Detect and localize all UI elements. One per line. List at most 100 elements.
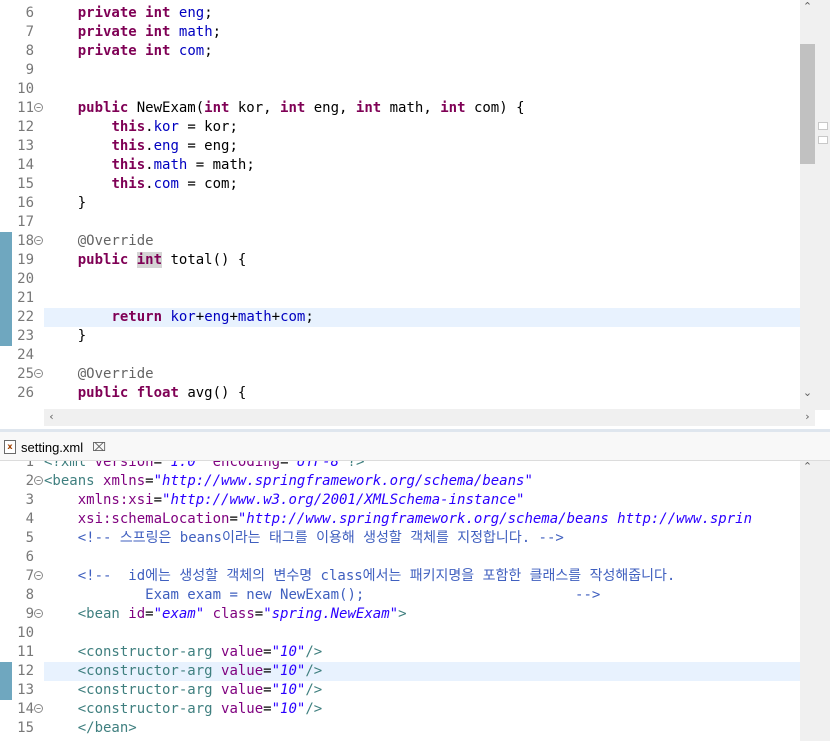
code-line[interactable]: 6 private int eng; [0, 4, 786, 23]
line-number: 11 [17, 644, 34, 660]
change-ruler-marker [0, 289, 12, 308]
line-number: 17 [17, 214, 34, 230]
vertical-scrollbar[interactable]: ⌃ [800, 460, 830, 741]
code-line[interactable]: 22 return kor+eng+math+com; [0, 308, 786, 327]
tab-setting-xml[interactable]: x setting.xml ⌧ [4, 436, 106, 458]
scrollbar-thumb[interactable] [800, 44, 815, 164]
fold-toggle-icon[interactable] [34, 236, 43, 245]
code-text: <bean id="exam" class="spring.NewExam"> [44, 605, 407, 624]
code-token: value [221, 644, 264, 660]
code-line[interactable]: 10 [0, 624, 786, 643]
code-token: = [145, 473, 154, 489]
line-number: 15 [17, 176, 34, 192]
scroll-left-arrow-icon[interactable]: ‹ [44, 410, 59, 423]
code-token: this [111, 176, 146, 192]
fold-toggle-icon[interactable] [34, 571, 43, 580]
code-token: } [44, 328, 87, 344]
code-line[interactable]: 11 <constructor-arg value="10"/> [0, 643, 786, 662]
line-number: 26 [17, 385, 34, 401]
code-line[interactable]: 4 xsi:schemaLocation="http://www.springf… [0, 510, 786, 529]
line-number: 7 [25, 568, 34, 584]
fold-toggle-icon[interactable] [34, 369, 43, 378]
code-line[interactable]: 2 <beans xmlns="http://www.springframewor… [0, 472, 786, 491]
horizontal-scrollbar[interactable]: ‹ › [44, 409, 815, 426]
code-token: float [136, 385, 179, 401]
code-line[interactable]: 26 public float avg() { [0, 384, 786, 403]
code-line[interactable]: 9 <bean id="exam" class="spring.NewExam"… [0, 605, 786, 624]
code-line[interactable]: 15 </bean> [0, 719, 786, 738]
line-number: 14 [17, 701, 34, 717]
fold-toggle-icon[interactable] [34, 704, 43, 713]
java-editor[interactable]: 6 private int eng; 7 private int math; 8 p… [0, 0, 830, 430]
code-line[interactable]: 12 this.kor = kor; [0, 118, 786, 137]
fold-toggle-icon[interactable] [34, 103, 43, 112]
code-line[interactable]: 13 this.eng = eng; [0, 137, 786, 156]
code-line[interactable]: 12 <constructor-arg value="10"/> [0, 662, 786, 681]
code-token: > [398, 606, 407, 622]
code-line[interactable]: 24 [0, 346, 786, 365]
code-text: private int eng; [44, 4, 213, 23]
code-line[interactable]: 18 @Override [0, 232, 786, 251]
code-line[interactable]: 7 private int math; [0, 23, 786, 42]
code-token: class [212, 606, 255, 622]
code-text: xmlns:xsi="http://www.w3.org/2001/XMLSch… [44, 491, 525, 510]
code-token: = [153, 492, 163, 508]
overview-marker[interactable] [818, 136, 828, 144]
close-icon[interactable]: ⌧ [92, 440, 106, 454]
scroll-up-arrow-icon[interactable]: ⌃ [800, 460, 815, 473]
code-line[interactable]: 8 Exam exam = new NewExam(); --> [0, 586, 786, 605]
code-text: } [44, 327, 86, 346]
code-text: <constructor-arg value="10"/> [44, 643, 322, 662]
scroll-right-arrow-icon[interactable]: › [800, 410, 815, 423]
code-line[interactable]: 15 this.com = com; [0, 175, 786, 194]
vertical-scrollbar[interactable]: ⌃ ⌄ [800, 0, 830, 410]
code-line[interactable]: 20 [0, 270, 786, 289]
code-token: + [229, 309, 238, 325]
code-line[interactable]: 23 } [0, 327, 786, 346]
code-line[interactable]: 19 public int total() { [0, 251, 786, 270]
code-line[interactable]: 10 [0, 80, 786, 99]
overview-marker[interactable] [818, 122, 828, 130]
code-line[interactable]: 11 public NewExam(int kor, int eng, int … [0, 99, 786, 118]
code-token: = [254, 606, 264, 622]
code-token: = [229, 511, 238, 527]
scroll-up-arrow-icon[interactable]: ⌃ [800, 0, 815, 13]
code-line[interactable]: 7 <!-- id에는 생성할 객체의 변수명 class에서는 패키지명을 포… [0, 567, 786, 586]
code-line[interactable]: 9 [0, 61, 786, 80]
scroll-down-arrow-icon[interactable]: ⌄ [800, 386, 815, 399]
code-line[interactable]: 14 <constructor-arg value="10"/> [0, 700, 786, 719]
change-ruler-marker [0, 681, 12, 700]
code-line[interactable]: 16 } [0, 194, 786, 213]
xml-editor[interactable]: 1 <?xml version="1.0" encoding="UTF-8"?> 2… [0, 432, 830, 741]
code-token: </bean> [77, 720, 137, 736]
code-token: eng [178, 5, 205, 21]
code-line[interactable]: 3 xmlns:xsi="http://www.w3.org/2001/XMLS… [0, 491, 786, 510]
code-line[interactable]: 17 [0, 213, 786, 232]
line-number: 6 [25, 549, 34, 565]
code-line[interactable]: 5 <!-- 스프링은 beans이라는 태그를 이용해 생성할 객체를 지정합… [0, 529, 786, 548]
fold-toggle-icon[interactable] [34, 476, 43, 485]
code-token: private [77, 43, 137, 59]
line-number: 15 [17, 720, 34, 736]
line-number: 14 [17, 157, 34, 173]
code-token: <!-- id에는 생성할 객체의 변수명 class에서는 패키지명을 포함한… [77, 568, 676, 584]
code-line[interactable]: 14 this.math = math; [0, 156, 786, 175]
code-line[interactable]: 25 @Override [0, 365, 786, 384]
code-line[interactable]: 13 <constructor-arg value="10"/> [0, 681, 786, 700]
code-text: @Override [44, 232, 154, 251]
code-line[interactable]: 21 [0, 289, 786, 308]
code-token: public [77, 385, 129, 401]
code-token: . [145, 157, 154, 173]
code-token: this [111, 119, 146, 135]
code-text: this.kor = kor; [44, 118, 237, 137]
code-line[interactable]: 6 [0, 548, 786, 567]
code-line[interactable]: 8 private int com; [0, 42, 786, 61]
code-text: private int math; [44, 23, 221, 42]
code-token: /> [305, 663, 323, 679]
fold-toggle-icon[interactable] [34, 609, 43, 618]
